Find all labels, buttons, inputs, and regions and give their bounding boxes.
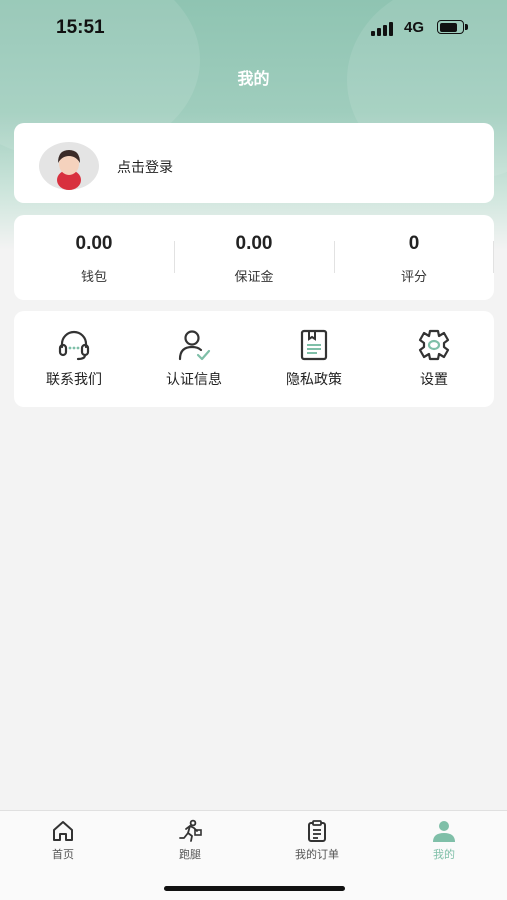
home-indicator — [164, 886, 345, 891]
tab-my-orders[interactable]: 我的订单 — [254, 811, 380, 871]
runner-icon — [179, 819, 202, 842]
network-label: 4G — [404, 19, 425, 36]
tab-me[interactable]: 我的 — [381, 811, 507, 871]
stat-label: 评分 — [400, 270, 427, 285]
stat-value: 0.00 — [235, 233, 273, 254]
stat-value: 0.00 — [75, 233, 113, 254]
login-label[interactable]: 点击登录 — [117, 157, 173, 177]
avatar[interactable] — [39, 142, 99, 190]
home-icon — [53, 821, 73, 841]
menu-item-label: 设置 — [420, 372, 448, 388]
divider — [493, 241, 494, 273]
profile-card[interactable]: 点击登录 — [14, 123, 494, 203]
battery-icon — [437, 20, 469, 36]
status-time: 15:51 — [56, 17, 105, 38]
menu-item-label: 联系我们 — [46, 372, 102, 388]
stat-label: 钱包 — [80, 270, 107, 285]
status-bar: 15:51 4G — [0, 0, 507, 56]
clipboard-icon — [308, 820, 326, 842]
document-icon — [300, 329, 328, 361]
menu-item-label: 隐私政策 — [286, 372, 342, 388]
menu-item-privacy-policy[interactable]: 隐私政策 — [254, 311, 374, 407]
menu-item-contact-us[interactable]: 联系我们 — [14, 311, 134, 407]
user-verified-icon — [178, 330, 211, 361]
wallet-stat[interactable]: 0.00 钱包 — [14, 215, 174, 300]
rating-stat[interactable]: 0 评分 — [334, 215, 494, 300]
stat-label: 保证金 — [234, 270, 274, 285]
deposit-stat[interactable]: 0.00 保证金 — [174, 215, 334, 300]
headset-icon — [58, 330, 90, 361]
person-icon — [433, 821, 455, 842]
menu-item-settings[interactable]: 设置 — [374, 311, 494, 407]
tab-errand[interactable]: 跑腿 — [127, 811, 253, 871]
tab-label: 我的订单 — [295, 848, 339, 861]
stat-value: 0 — [408, 233, 420, 254]
menu-item-verification[interactable]: 认证信息 — [134, 311, 254, 407]
page-title: 我的 — [237, 69, 270, 88]
menu-card: 联系我们 认证信息 隐私政策 设置 — [14, 311, 494, 407]
menu-item-label: 认证信息 — [166, 372, 222, 388]
signal-icon — [371, 22, 397, 36]
tab-home[interactable]: 首页 — [0, 811, 126, 871]
tab-label: 首页 — [52, 848, 74, 861]
gear-icon — [418, 329, 450, 361]
tab-label: 我的 — [433, 848, 455, 861]
tab-label: 跑腿 — [179, 848, 201, 861]
stats-card: 0.00 钱包 0.00 保证金 0 评分 — [14, 215, 494, 300]
